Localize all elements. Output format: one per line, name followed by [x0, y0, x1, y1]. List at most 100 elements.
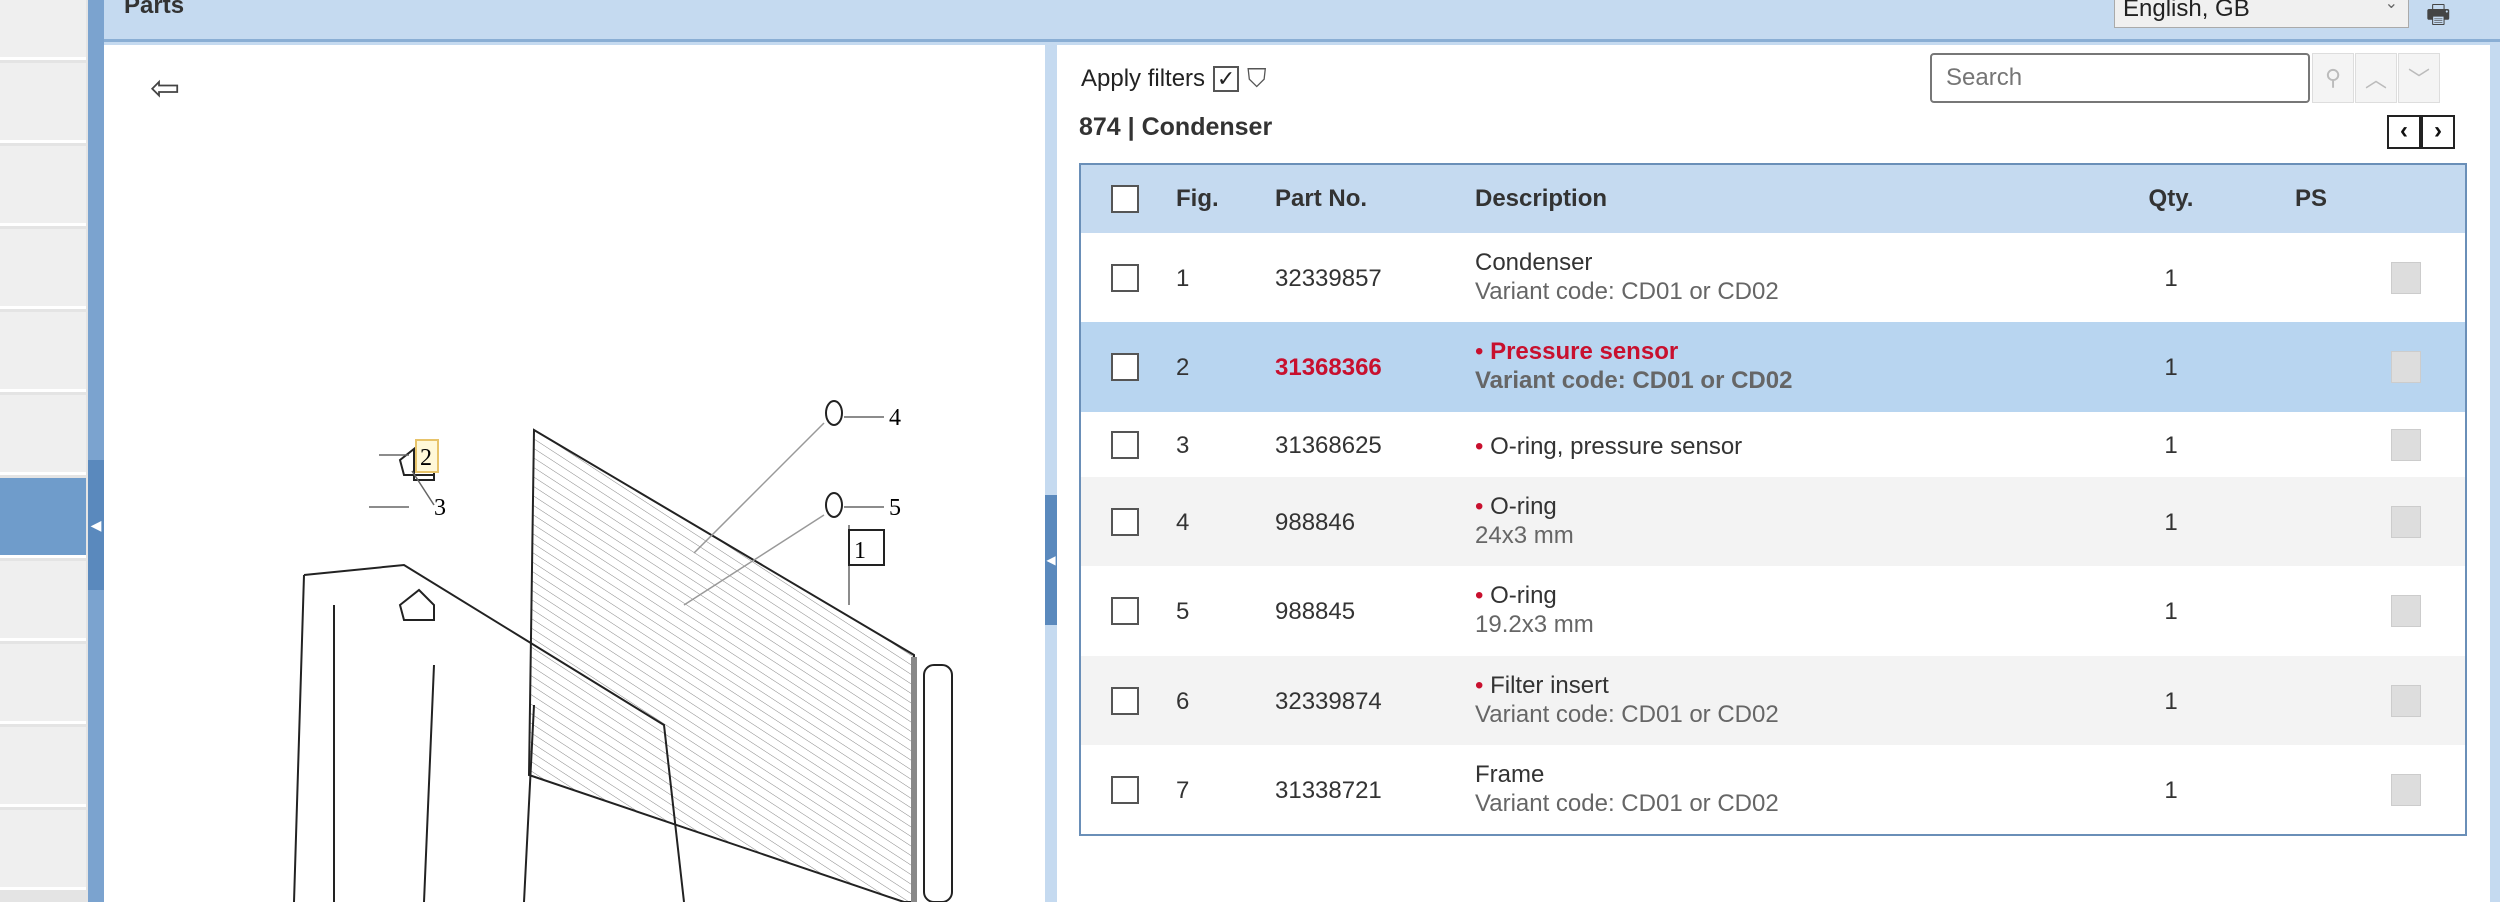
select-all-checkbox[interactable] [1111, 185, 1139, 213]
search-prev-button[interactable]: ︿ [2355, 53, 2397, 103]
col-qty[interactable]: Qty. [2141, 185, 2201, 213]
note-icon[interactable] [2391, 428, 2421, 461]
col-fig[interactable]: Fig. [1176, 185, 1219, 213]
row-checkbox[interactable] [1111, 430, 1139, 459]
language-select[interactable]: English, GB ⌄ [2114, 0, 2409, 28]
sidebar-item[interactable] [0, 63, 86, 143]
sidebar-item[interactable] [0, 810, 86, 890]
apply-filters-label: Apply filters [1081, 65, 1206, 92]
apply-filters: Apply filters ✓ ⛉ [1081, 63, 1267, 95]
table-row[interactable]: 1 32339857 Condenser Variant code: CD01 or … [1081, 233, 2465, 322]
callout-4[interactable]: 4 [889, 405, 901, 431]
diagram-panel: 1 2 3 4 5 ⇦ [104, 45, 1045, 902]
splitter-collapse-toggle[interactable]: ◀ [1045, 495, 1057, 625]
previous-page-button[interactable]: ‹ [2387, 115, 2421, 149]
row-subtext: Variant code: CD01 or CD02 [1475, 700, 1779, 728]
sidebar-item[interactable] [0, 561, 86, 641]
table-row[interactable]: 4 988846 • O-ring 24x3 mm 1 [1081, 477, 2465, 566]
col-ps[interactable]: PS [2295, 185, 2327, 213]
row-fig: 3 [1176, 431, 1190, 459]
apply-filters-checkbox[interactable]: ✓ [1213, 66, 1240, 92]
callout-2[interactable]: 2 [420, 445, 432, 471]
parts-list-panel: Apply filters ✓ ⛉ ⚲ ︿ ﹀ 874 | Condenser … [1057, 45, 2490, 902]
callout-1[interactable]: 1 [854, 538, 866, 564]
sidebar [0, 0, 88, 902]
sidebar-item[interactable] [0, 644, 86, 724]
row-fig: 5 [1176, 598, 1190, 625]
row-fig: 2 [1176, 354, 1190, 381]
row-part-no[interactable]: 31368366 [1275, 354, 1382, 382]
note-icon[interactable] [2391, 351, 2421, 383]
next-page-button[interactable]: › [2421, 115, 2455, 149]
note-icon[interactable] [2391, 595, 2421, 627]
row-checkbox[interactable] [1111, 263, 1139, 292]
row-description: O-ring [1490, 582, 1557, 609]
sidebar-item[interactable] [0, 146, 86, 226]
print-icon[interactable]: 🖶 [2426, 0, 2462, 29]
filter-icon[interactable]: ⛉ [1247, 63, 1267, 95]
search-next-button[interactable]: ﹀ [2398, 53, 2440, 103]
table-row[interactable]: 2 31368366 • Pressure sensor Variant code: … [1081, 322, 2465, 412]
parts-header: Parts English, GB ⌄ 🖶 [104, 0, 2500, 42]
bullet-icon: • [1475, 338, 1491, 365]
breadcrumb: 874 | Condenser [1079, 113, 1273, 141]
sidebar-item[interactable] [0, 229, 86, 309]
row-subtext: Variant code: CD01 or CD02 [1475, 277, 1779, 305]
row-part-no[interactable]: 32339874 [1275, 688, 1382, 716]
row-subtext: Variant code: CD01 or CD02 [1475, 367, 1793, 394]
note-icon[interactable] [2391, 684, 2421, 717]
row-checkbox[interactable] [1111, 353, 1139, 381]
table-row[interactable]: 3 31368625 • O-ring, pressure sensor 1 [1081, 412, 2465, 477]
sidebar-item[interactable] [0, 395, 86, 475]
table-row[interactable]: 7 31338721 Frame Variant code: CD01 or CD02… [1081, 745, 2465, 834]
row-subtext: 19.2x3 mm [1475, 611, 1594, 638]
row-description: O-ring, pressure sensor [1490, 432, 1743, 460]
row-qty: 1 [2164, 598, 2178, 625]
row-description: Filter insert [1490, 671, 1609, 699]
row-subtext: Variant code: CD01 or CD02 [1475, 789, 1779, 817]
row-part-no[interactable]: 32339857 [1275, 265, 1382, 293]
table-row[interactable]: 6 32339874 • Filter insert Variant code: CD… [1081, 656, 2465, 745]
row-qty: 1 [2164, 508, 2178, 536]
table-header: Fig. Part No. Description Qty. PS [1081, 165, 2465, 233]
col-description[interactable]: Description [1475, 185, 1607, 213]
table-row[interactable]: 5 988845 • O-ring 19.2x3 mm 1 [1081, 566, 2465, 656]
note-icon[interactable] [2391, 261, 2421, 294]
row-fig: 6 [1176, 687, 1190, 715]
bullet-icon: • [1475, 671, 1491, 699]
col-part-no[interactable]: Part No. [1275, 185, 1367, 213]
bullet-icon: • [1475, 432, 1491, 460]
row-part-no[interactable]: 988845 [1275, 598, 1355, 626]
row-qty: 1 [2164, 431, 2178, 459]
row-fig: 1 [1176, 264, 1190, 292]
sidebar-item[interactable] [0, 478, 86, 558]
sidebar-collapse-toggle[interactable]: ◀ [88, 460, 104, 590]
back-arrow-icon[interactable]: ⇦ [150, 67, 180, 109]
row-qty: 1 [2164, 687, 2178, 715]
row-part-no[interactable]: 988846 [1275, 509, 1355, 537]
callout-3[interactable]: 3 [434, 495, 446, 521]
bullet-icon: • [1475, 582, 1491, 609]
note-icon[interactable] [2391, 773, 2421, 806]
row-description: Pressure sensor [1490, 338, 1679, 365]
row-qty: 1 [2164, 354, 2178, 381]
callout-5[interactable]: 5 [889, 495, 901, 521]
search-icon[interactable]: ⚲ [2312, 53, 2354, 103]
row-part-no[interactable]: 31368625 [1275, 432, 1382, 460]
sidebar-item[interactable] [0, 0, 86, 60]
row-checkbox[interactable] [1111, 597, 1139, 625]
row-part-no[interactable]: 31338721 [1275, 777, 1382, 805]
panel-splitter[interactable] [1045, 45, 1057, 902]
row-checkbox[interactable] [1111, 775, 1139, 804]
sidebar-item[interactable] [0, 727, 86, 807]
page-title: Parts [124, 0, 185, 19]
search-input[interactable] [1930, 53, 2310, 103]
sidebar-item[interactable] [0, 312, 86, 392]
bullet-icon: • [1475, 492, 1491, 520]
sidebar-border [88, 0, 104, 902]
row-checkbox[interactable] [1111, 507, 1139, 536]
row-fig: 4 [1176, 508, 1190, 536]
chevron-down-icon: ⌄ [2384, 0, 2398, 12]
row-checkbox[interactable] [1111, 686, 1139, 715]
note-icon[interactable] [2391, 505, 2421, 538]
